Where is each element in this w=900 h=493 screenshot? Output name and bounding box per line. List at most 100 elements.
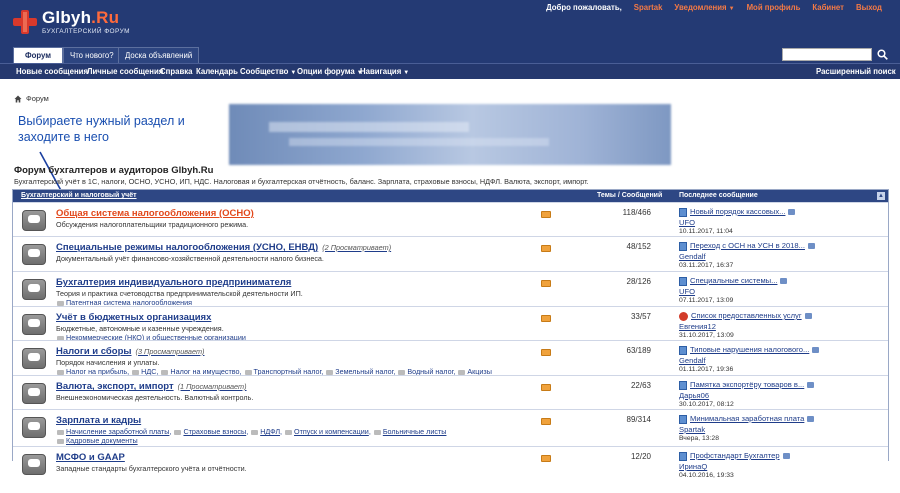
- tab-forum[interactable]: Форум: [13, 47, 63, 63]
- username-link[interactable]: Spartak: [634, 3, 663, 12]
- forum-table: Бухгалтерский и налоговый учёт Темы / Со…: [12, 189, 889, 479]
- ad-banner[interactable]: [229, 104, 671, 165]
- go-to-post-icon[interactable]: [782, 453, 790, 459]
- logout-link[interactable]: Выход: [856, 3, 882, 12]
- forum-row[interactable]: Учёт в бюджетных организациях Бюджетные, …: [13, 306, 888, 342]
- home-icon[interactable]: [14, 95, 22, 103]
- last-post-title[interactable]: Новый порядок кассовых...: [690, 207, 785, 216]
- nav-navigation[interactable]: Навигация ▼: [360, 67, 409, 76]
- go-to-post-icon[interactable]: [807, 382, 815, 388]
- last-post[interactable]: Профстандарт Бухгалтер: [679, 451, 790, 461]
- last-post-user[interactable]: UFO: [679, 287, 695, 296]
- topic-post-count: 22/63: [630, 381, 651, 390]
- subforum-list: Начисление заработной платы, Страховые в…: [56, 427, 446, 436]
- last-post[interactable]: Памятка экспортёру товаров в...: [679, 380, 815, 390]
- forum-row[interactable]: Налоги и сборы (3 Просматривает) Порядок н…: [13, 340, 888, 376]
- nav-private-messages[interactable]: Личные сообщения: [87, 67, 163, 76]
- last-post-user[interactable]: UFO: [679, 218, 695, 227]
- breadcrumb-forum[interactable]: Форум: [26, 94, 49, 103]
- last-post-title[interactable]: Специальные системы...: [690, 276, 777, 285]
- subforum-icon: [326, 369, 334, 375]
- subforum-link[interactable]: Начисление заработной платы: [66, 427, 169, 436]
- forum-description: Бюджетные, автономные и казенные учрежде…: [56, 324, 224, 333]
- go-to-post-icon[interactable]: [807, 416, 815, 422]
- last-post[interactable]: Список предоставленных услуг: [679, 311, 812, 321]
- forum-row[interactable]: Валюта, экспорт, импорт (1 Просматривает)…: [13, 375, 888, 409]
- forum-row[interactable]: Общая система налогообложения (ОСНО) Обсу…: [13, 202, 888, 236]
- last-post-title[interactable]: Минимальная заработная плата: [690, 414, 804, 423]
- nav-forum-options[interactable]: Опции форума ▼: [297, 67, 363, 76]
- section-header-link[interactable]: Бухгалтерский и налоговый учёт: [21, 192, 137, 199]
- last-post-title[interactable]: Типовые нарушения налогового...: [690, 345, 809, 354]
- last-post-title[interactable]: Профстандарт Бухгалтер: [690, 451, 780, 460]
- last-post-user[interactable]: Евгения12: [679, 322, 716, 331]
- nav-new-posts[interactable]: Новые сообщения: [16, 67, 88, 76]
- go-to-post-icon[interactable]: [807, 243, 815, 249]
- nav-help[interactable]: Справка: [160, 67, 192, 76]
- rss-icon[interactable]: [541, 455, 551, 462]
- alert-icon: [679, 311, 688, 321]
- topic-post-count: 63/189: [626, 346, 651, 355]
- rss-icon[interactable]: [541, 245, 551, 252]
- last-post-date: 01.11.2017, 19:36: [679, 366, 734, 373]
- tab-whats-new[interactable]: Что нового?: [63, 47, 121, 63]
- nav-calendar[interactable]: Календарь: [196, 67, 238, 76]
- subforum-link[interactable]: Больничные листы: [383, 427, 447, 436]
- forum-title-link[interactable]: МСФО и GAAP: [56, 452, 125, 463]
- rss-icon[interactable]: [541, 384, 551, 391]
- profile-link[interactable]: Мой профиль: [747, 3, 801, 12]
- rss-icon[interactable]: [541, 211, 551, 218]
- column-last-post: Последнее сообщение: [679, 192, 758, 199]
- advanced-search-link[interactable]: Расширенный поиск: [816, 67, 896, 76]
- forum-row[interactable]: МСФО и GAAP Западные стандарты бухгалтерс…: [13, 446, 888, 479]
- subforum-link[interactable]: Кадровые документы: [66, 436, 138, 445]
- forum-title-link[interactable]: Зарплата и кадры: [56, 415, 141, 426]
- last-post-title[interactable]: Список предоставленных услуг: [691, 311, 802, 320]
- last-post-user[interactable]: Gendalf: [679, 356, 706, 365]
- last-post-date: 03.11.2017, 16:37: [679, 262, 734, 269]
- last-post[interactable]: Переход с ОСН на УСН в 2018...: [679, 241, 815, 251]
- cabinet-link[interactable]: Кабинет: [812, 3, 844, 12]
- last-post[interactable]: Типовые нарушения налогового...: [679, 345, 820, 355]
- nav-community[interactable]: Сообщество ▼: [240, 67, 296, 76]
- tab-classifieds[interactable]: Доска объявлений: [118, 47, 200, 63]
- go-to-post-icon[interactable]: [788, 209, 796, 215]
- logo-text[interactable]: Glbyh.Ru: [42, 8, 119, 28]
- last-post-title[interactable]: Памятка экспортёру товаров в...: [690, 380, 804, 389]
- forum-row[interactable]: Зарплата и кадры Начисление заработной пл…: [13, 409, 888, 446]
- search-button[interactable]: [875, 47, 890, 62]
- rss-icon[interactable]: [541, 315, 551, 322]
- forum-title-link[interactable]: Налоги и сборы (3 Просматривает): [56, 346, 204, 357]
- rss-icon[interactable]: [541, 349, 551, 356]
- forum-title-link[interactable]: Валюта, экспорт, импорт (1 Просматривает): [56, 381, 247, 392]
- subforum-link[interactable]: Отпуск и компенсации: [294, 427, 369, 436]
- go-to-post-icon[interactable]: [780, 278, 788, 284]
- forum-title-link[interactable]: Бухгалтерия индивидуального предпринимат…: [56, 277, 291, 288]
- top-links: Добро пожаловать, Spartak Уведомления ▼ М…: [546, 3, 882, 12]
- last-post[interactable]: Новый порядок кассовых...: [679, 207, 796, 217]
- last-post-user[interactable]: Gendalf: [679, 252, 706, 261]
- forum-title-link[interactable]: Учёт в бюджетных организациях: [56, 312, 211, 323]
- forum-status-icon: [22, 210, 46, 231]
- rss-icon[interactable]: [541, 280, 551, 287]
- last-post-title[interactable]: Переход с ОСН на УСН в 2018...: [690, 241, 805, 250]
- last-post-user[interactable]: ИринаQ: [679, 462, 707, 471]
- collapse-icon[interactable]: ▲: [877, 192, 885, 200]
- search-input[interactable]: [782, 48, 872, 61]
- notifications-menu[interactable]: Уведомления ▼: [674, 3, 734, 12]
- last-post-user[interactable]: Spartak: [679, 425, 705, 434]
- forum-row[interactable]: Бухгалтерия индивидуального предпринимат…: [13, 271, 888, 307]
- rss-icon[interactable]: [541, 418, 551, 425]
- last-post[interactable]: Специальные системы...: [679, 276, 788, 286]
- forum-row[interactable]: Специальные режимы налогообложения (УСНО…: [13, 236, 888, 271]
- go-to-post-icon[interactable]: [812, 347, 820, 353]
- subforum-link[interactable]: Страховые взносы: [183, 427, 246, 436]
- forum-title-link[interactable]: Общая система налогообложения (ОСНО): [56, 208, 254, 219]
- go-to-post-icon[interactable]: [804, 313, 812, 319]
- subforum-icon: [458, 369, 466, 375]
- last-post-user[interactable]: Дарья06: [679, 391, 709, 400]
- last-post[interactable]: Минимальная заработная плата: [679, 414, 815, 424]
- forum-title-link[interactable]: Специальные режимы налогообложения (УСНО…: [56, 242, 391, 253]
- subforum-link[interactable]: НДФЛ: [260, 427, 280, 436]
- document-icon: [679, 414, 687, 424]
